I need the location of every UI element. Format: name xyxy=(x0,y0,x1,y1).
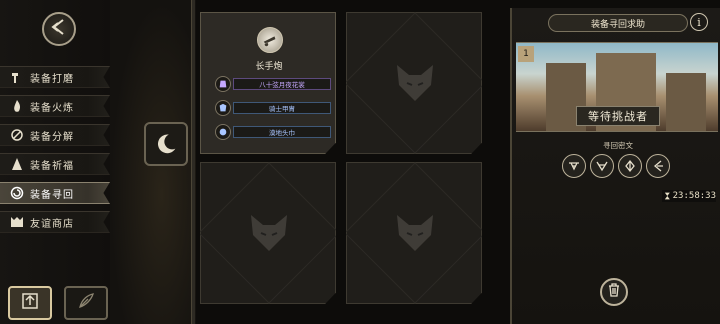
cipher-a-icon[interactable] xyxy=(562,154,586,178)
menu-item-disassemble[interactable]: 装备分解 xyxy=(0,124,110,146)
moon-emblem-icon xyxy=(144,122,188,166)
retrieve-help-panel: 装备寻回求助 i 1 等待挑战者 寻回密文 23:58:33 xyxy=(510,8,720,324)
panel-title: 装备寻回求助 xyxy=(548,14,688,32)
tab-feather[interactable] xyxy=(64,286,108,320)
headscarf-icon xyxy=(215,124,231,140)
cipher-c-icon[interactable] xyxy=(618,154,642,178)
equipment-slot-1[interactable]: 长手炮 八十弦月夜花裳 骑士甲胄 漠地头巾 xyxy=(200,12,336,154)
cipher-d-icon[interactable] xyxy=(646,154,670,178)
equipment-grid: 长手炮 八十弦月夜花裳 骑士甲胄 漠地头巾 xyxy=(200,12,495,314)
menu-item-label: 装备打磨 xyxy=(30,73,74,85)
info-button[interactable]: i xyxy=(690,13,708,31)
divider xyxy=(191,0,195,324)
disassemble-icon xyxy=(10,128,24,142)
menu-list: 装备打磨 装备火炼 装备分解 装备祈福 装备寻回 友谊商店 xyxy=(0,66,110,240)
equipment-slot-2[interactable] xyxy=(346,12,482,154)
fox-emblem-icon xyxy=(397,65,433,101)
countdown-timer: 23:58:33 xyxy=(662,190,716,202)
part-label: 骑士甲胄 xyxy=(233,102,331,114)
armor-icon xyxy=(215,100,231,116)
timer-value: 23:58:33 xyxy=(672,191,716,201)
cipher-label: 寻回密文 xyxy=(603,141,633,150)
menu-item-label: 装备火炼 xyxy=(30,102,74,114)
flame-icon xyxy=(10,99,24,113)
part-item[interactable]: 骑士甲胄 xyxy=(215,100,331,116)
shop-icon xyxy=(10,215,24,229)
sidebar: 装备打磨 装备火炼 装备分解 装备祈福 装备寻回 友谊商店 xyxy=(0,0,164,324)
pray-icon xyxy=(10,157,24,171)
feather-icon xyxy=(76,291,96,315)
equipment-name: 长手炮 xyxy=(255,62,283,72)
menu-item-shop[interactable]: 友谊商店 xyxy=(0,211,110,233)
building-shape xyxy=(666,73,706,131)
equipment-parts: 八十弦月夜花裳 骑士甲胄 漠地头巾 xyxy=(215,76,331,149)
back-arrow-icon xyxy=(49,17,69,41)
hourglass-icon xyxy=(664,192,670,200)
part-label: 漠地头巾 xyxy=(233,126,331,138)
part-item[interactable]: 漠地头巾 xyxy=(215,124,331,140)
back-button[interactable] xyxy=(42,12,76,46)
cipher-b-icon[interactable] xyxy=(590,154,614,178)
cipher-row xyxy=(562,154,670,178)
fox-emblem-icon xyxy=(397,215,433,251)
cannon-icon xyxy=(257,27,283,53)
equipment-slot-3[interactable] xyxy=(200,162,336,304)
status-banner: 等待挑战者 xyxy=(576,106,660,126)
menu-item-polish[interactable]: 装备打磨 xyxy=(0,66,110,88)
upload-icon xyxy=(20,291,40,315)
slot-number-badge: 1 xyxy=(518,46,534,62)
retrieve-icon xyxy=(10,186,24,200)
part-item[interactable]: 八十弦月夜花裳 xyxy=(215,76,331,92)
menu-item-label: 友谊商店 xyxy=(30,218,74,230)
hammer-icon xyxy=(10,70,24,84)
fox-emblem-icon xyxy=(251,215,287,251)
menu-item-forge[interactable]: 装备火炼 xyxy=(0,95,110,117)
tab-upload[interactable] xyxy=(8,286,52,320)
menu-item-retrieve[interactable]: 装备寻回 xyxy=(0,182,110,204)
part-label: 八十弦月夜花裳 xyxy=(233,78,331,90)
trash-icon xyxy=(606,282,622,302)
robe-icon xyxy=(215,76,231,92)
menu-item-label: 装备分解 xyxy=(30,131,74,143)
menu-item-bless[interactable]: 装备祈福 xyxy=(0,153,110,175)
delete-button[interactable] xyxy=(600,278,628,306)
menu-item-label: 装备寻回 xyxy=(30,189,74,201)
menu-item-label: 装备祈福 xyxy=(30,160,74,172)
equipment-slot-4[interactable] xyxy=(346,162,482,304)
